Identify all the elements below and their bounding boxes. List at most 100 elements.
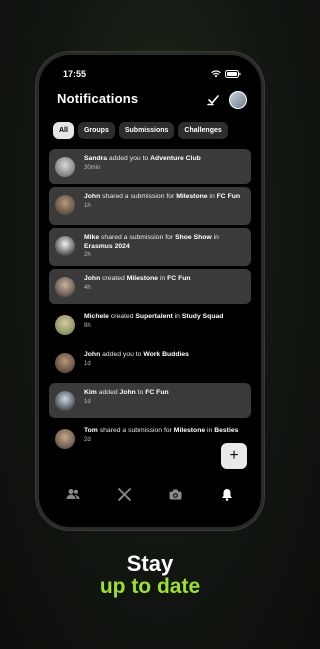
notification-text: Mike shared a submission for Shoe Show i… (84, 234, 245, 251)
notification-fragment: created (100, 275, 127, 282)
notification-emphasis: Work Buddies (143, 351, 189, 358)
avatar (55, 277, 75, 297)
notification-body: John added you to Work Buddies 1d (84, 351, 189, 367)
notification-fragment: in (211, 234, 219, 241)
notification-body: Mike shared a submission for Shoe Show i… (84, 234, 245, 258)
notification-item[interactable]: John created Milestone in FC Fun 4h (49, 269, 251, 304)
avatar (55, 353, 75, 373)
notification-item[interactable]: John shared a submission for Milestone i… (49, 187, 251, 225)
notification-emphasis: FC Fun (145, 389, 169, 396)
phone-frame: 17:55 Notifications All Groups Submissio… (36, 52, 264, 530)
avatar (55, 315, 75, 335)
notification-emphasis: Study Squad (181, 313, 224, 320)
phone-screen: 17:55 Notifications All Groups Submissio… (39, 55, 261, 527)
notification-text: Tom shared a submission for Milestone in… (84, 427, 238, 436)
tab-challenges-nav[interactable] (115, 485, 133, 503)
notification-body: Tom shared a submission for Milestone in… (84, 427, 238, 443)
notification-emphasis: John (84, 351, 101, 358)
notification-fragment: in (172, 313, 182, 320)
notification-body: John shared a submission for Milestone i… (84, 193, 240, 209)
notification-emphasis: Sandra (84, 155, 108, 162)
notification-body: Michele created Supertalent in Study Squ… (84, 313, 223, 329)
tab-bar (39, 481, 261, 507)
tab-camera-nav[interactable] (167, 485, 185, 503)
people-icon (66, 489, 80, 499)
mark-read-icon[interactable] (207, 94, 219, 106)
notification-body: John created Milestone in FC Fun 4h (84, 275, 191, 291)
notification-body: Sandra added you to Adventure Club 30min (84, 155, 201, 171)
notification-fragment: added you to (107, 155, 151, 162)
notification-emphasis: Kim (84, 389, 97, 396)
notification-emphasis: FC Fun (216, 193, 241, 200)
avatar (55, 195, 75, 215)
battery-icon (225, 70, 241, 78)
notification-time: 2d (84, 436, 91, 443)
status-icons (211, 70, 241, 78)
notification-item[interactable]: Michele created Supertalent in Study Squ… (49, 307, 251, 342)
avatar (55, 157, 75, 177)
notification-emphasis: FC Fun (167, 275, 191, 282)
tab-notifications-nav[interactable] (218, 485, 236, 503)
notification-text: John created Milestone in FC Fun (84, 275, 191, 284)
notification-emphasis: Michele (84, 313, 109, 320)
avatar (55, 391, 75, 411)
notification-fragment: shared a submission for (97, 427, 174, 434)
notification-fragment: added you to (100, 351, 144, 358)
notification-emphasis: Mike (84, 234, 100, 241)
notification-fragment: created (108, 313, 136, 320)
notification-fragment: in (207, 193, 217, 200)
notification-fragment: in (205, 427, 215, 434)
notification-emphasis: Supertalent (135, 313, 173, 320)
notification-time: 30min (84, 164, 101, 171)
notification-text: John added you to Work Buddies (84, 351, 189, 360)
tab-all[interactable]: All (53, 122, 74, 139)
header-actions (207, 91, 247, 109)
tab-submissions[interactable]: Submissions (118, 122, 175, 139)
notification-time: 1h (84, 202, 91, 209)
notification-fragment: shared a submission for (100, 193, 177, 200)
notification-emphasis: John (119, 389, 136, 396)
notification-emphasis: John (84, 193, 101, 200)
notification-time: 8h (84, 322, 91, 329)
status-time: 17:55 (63, 69, 87, 79)
bell-icon (222, 488, 233, 501)
notification-item[interactable]: Sandra added you to Adventure Club 30min (49, 149, 251, 184)
add-button[interactable]: + (221, 443, 247, 469)
notification-time: 2h (84, 252, 91, 258)
notification-time: 4h (84, 284, 91, 291)
notification-text: John shared a submission for Milestone i… (84, 193, 240, 202)
notification-emphasis: Adventure Club (150, 155, 201, 162)
notification-emphasis: Shoe Show (175, 234, 212, 241)
notification-text: Michele created Supertalent in Study Squ… (84, 313, 223, 322)
filter-tabs: All Groups Submissions Challenges (53, 122, 228, 139)
tab-groups-nav[interactable] (64, 485, 82, 503)
notification-emphasis: Milestone (126, 275, 159, 282)
notification-emphasis: Erasmus 2024 (84, 242, 130, 250)
notification-fragment: in (158, 275, 168, 282)
wifi-icon (211, 70, 221, 78)
notification-fragment: shared a submission for (99, 234, 176, 241)
notification-list: Sandra added you to Adventure Club 30min J… (49, 149, 251, 462)
notification-fragment: to (135, 389, 146, 396)
notification-time: 1d (84, 360, 91, 367)
notification-item[interactable]: Mike shared a submission for Shoe Show i… (49, 228, 251, 266)
status-bar: 17:55 (63, 67, 241, 81)
notification-fragment: added (96, 389, 120, 396)
page-title: Notifications (57, 91, 139, 106)
avatar (55, 236, 75, 256)
profile-avatar[interactable] (229, 91, 247, 109)
notification-text: Sandra added you to Adventure Club (84, 155, 201, 164)
notification-item[interactable]: Kim added John to FC Fun 1d (49, 383, 251, 418)
promo-subheadline: up to date (99, 575, 201, 598)
avatar (55, 429, 75, 449)
crossed-swords-icon (117, 487, 131, 501)
tab-groups[interactable]: Groups (77, 122, 115, 139)
notification-time: 1d (84, 398, 91, 405)
tab-challenges[interactable]: Challenges (178, 122, 228, 139)
notification-item[interactable]: John added you to Work Buddies 1d (49, 345, 251, 380)
notification-body: Kim added John to FC Fun 1d (84, 389, 169, 405)
notification-emphasis: John (84, 275, 101, 282)
promo-headline: Stay (126, 551, 174, 576)
notification-emphasis: Tom (84, 427, 98, 434)
notification-emphasis: Besties (214, 427, 239, 434)
